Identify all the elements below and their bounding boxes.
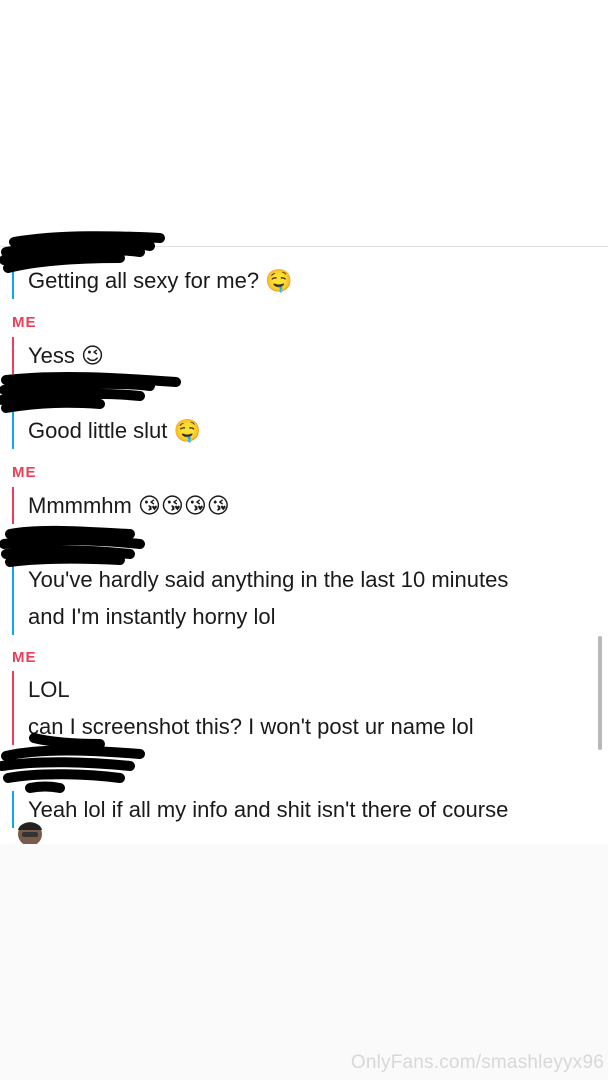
redaction-scribble xyxy=(0,733,145,793)
sender-label-me: ME xyxy=(12,464,37,481)
redaction-scribble xyxy=(0,371,181,413)
message-text: LOL xyxy=(28,677,70,702)
message-me-2: Mmmmhm 😘😘😘😘 xyxy=(12,487,230,524)
sender-label-me: ME xyxy=(12,314,37,331)
message-me-1: Yess 😉 xyxy=(12,337,104,374)
message-text: and I'm instantly horny lol xyxy=(28,604,276,629)
redaction-scribble xyxy=(0,525,145,567)
watermark: OnlyFans.com/smashleyyx96 xyxy=(350,1052,604,1073)
message-text: Yess 😉 xyxy=(28,343,104,368)
message-them-3: You've hardly said anything in the last … xyxy=(12,561,508,635)
top-blank-area xyxy=(0,0,608,246)
redaction-scribble xyxy=(0,231,165,273)
scrollbar[interactable] xyxy=(598,636,602,750)
message-text: Mmmmhm 😘😘😘😘 xyxy=(28,493,230,518)
sender-label-me: ME xyxy=(12,649,37,666)
avatar-icon xyxy=(14,818,46,844)
bottom-blank-area xyxy=(0,844,608,1080)
